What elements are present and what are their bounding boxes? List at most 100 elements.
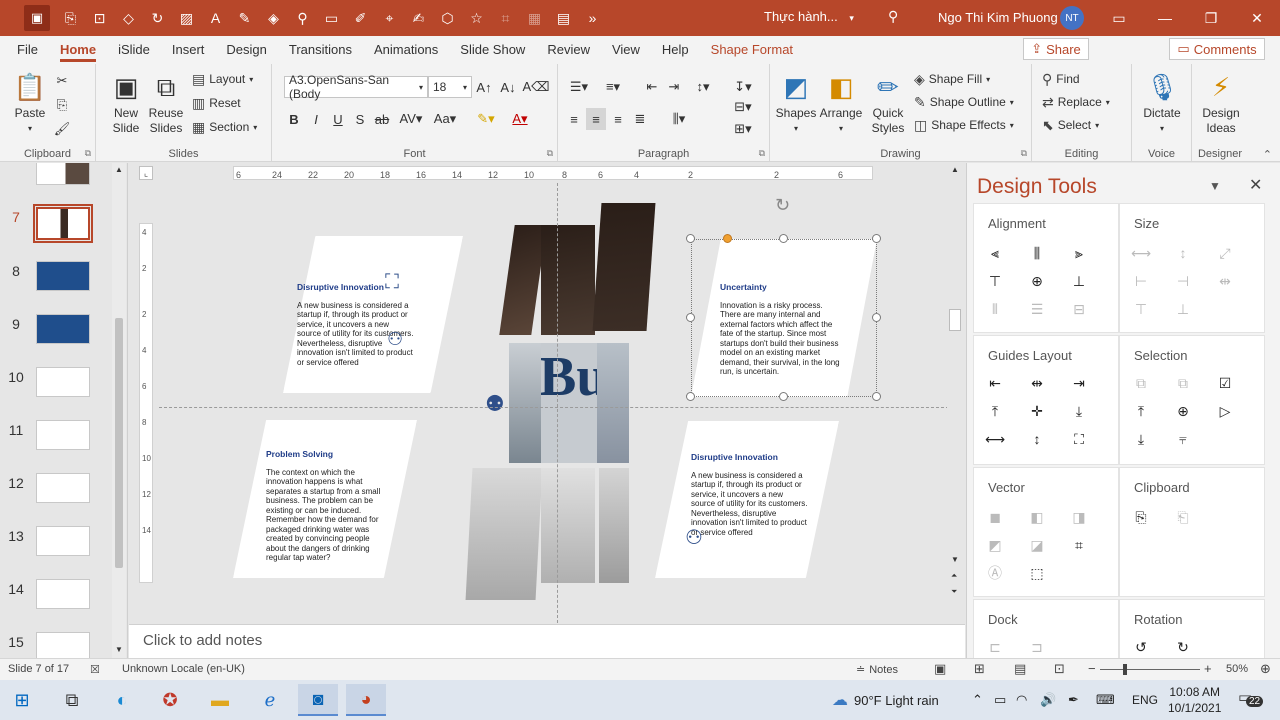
find-button[interactable]: ⚲ Find <box>1042 68 1080 90</box>
editor-scrollbar[interactable]: ▲ ▼ ⏶ ⏷ <box>947 163 963 603</box>
reuse-slides-button[interactable]: ⧉ Reuse Slides <box>148 70 184 136</box>
thumbnail-slide-7[interactable]: 7 <box>0 204 112 247</box>
section-button[interactable]: ▦ Section ▾ <box>192 116 257 138</box>
thumbnail-slide-12[interactable]: 12 <box>0 473 112 513</box>
distribute-icon[interactable]: ⊟ <box>1068 298 1090 320</box>
shape-effects-button[interactable]: ◫ Shape Effects ▾ <box>914 114 1014 136</box>
subtract-icon[interactable]: ◪ <box>1026 534 1048 556</box>
tab-help[interactable]: Help <box>651 36 700 64</box>
card-text-3[interactable]: Problem Solving The context on which the… <box>266 449 386 563</box>
picture-icon[interactable]: ▨ <box>172 0 201 36</box>
tab-view[interactable]: View <box>601 36 651 64</box>
intersect-icon[interactable]: ◩ <box>984 534 1006 556</box>
normal-view-icon[interactable]: ▣ <box>934 661 946 677</box>
arrange-button[interactable]: ◧ Arrange ▾ <box>818 70 864 136</box>
grow-font-icon[interactable]: A↑ <box>474 76 494 98</box>
change-case-icon[interactable]: Aa▾ <box>430 108 460 130</box>
italic-icon[interactable]: I <box>306 108 326 130</box>
card-text-1[interactable]: Disruptive Innovation A new business is … <box>297 282 415 367</box>
char-spacing-icon[interactable]: AV▾ <box>396 108 426 130</box>
horizontal-ruler[interactable]: 6 24 22 20 18 16 14 12 10 8 6 4 2 2 6 <box>233 166 873 180</box>
vertical-guide[interactable] <box>557 183 558 623</box>
line-spacing-icon[interactable]: ↕▾ <box>688 76 718 98</box>
combine-icon[interactable]: ◧ <box>1026 506 1048 528</box>
close-pane-icon[interactable]: ✕ <box>1249 175 1262 195</box>
share-button[interactable]: ⇪ Share <box>1023 38 1089 60</box>
columns-icon[interactable]: ⫼▾ <box>664 108 694 130</box>
guide-width-icon[interactable]: ⟷ <box>984 428 1006 450</box>
font-color-icon[interactable]: A <box>201 0 230 36</box>
slideshow-icon[interactable]: ⊡ <box>1054 661 1065 677</box>
format-painter-icon[interactable]: 🖌 <box>52 118 72 140</box>
previous-slide-icon[interactable]: ⏶ <box>951 571 957 581</box>
scroll-down-icon[interactable]: ▼ <box>951 555 959 564</box>
strikethrough-icon[interactable]: ab <box>372 108 392 130</box>
zoom-level[interactable]: 50% <box>1226 663 1248 675</box>
shrink-font-icon[interactable]: A↓ <box>498 76 518 98</box>
format-painter-icon[interactable]: ⌖ <box>375 0 404 36</box>
transform-icon[interactable]: ⬚ <box>1026 562 1048 584</box>
comments-button[interactable]: ▭ Comments <box>1169 38 1265 60</box>
powerpoint-icon[interactable]: ◕ <box>346 684 386 716</box>
select-same-icon[interactable]: ⧉ <box>1172 372 1194 394</box>
rotate-right-icon[interactable]: ↻ <box>1172 636 1194 658</box>
drawing-launcher-icon[interactable]: ⧉ <box>1021 148 1027 159</box>
copy-icon[interactable]: ⎘ <box>52 94 72 116</box>
resize-handle[interactable] <box>686 392 695 401</box>
tab-shape-format[interactable]: Shape Format <box>700 36 804 64</box>
align-text-icon[interactable]: ⊟▾ <box>730 96 756 118</box>
bold-icon[interactable]: B <box>284 108 304 130</box>
star-icon[interactable]: ☆ <box>462 0 491 36</box>
shape-icon[interactable]: ◇ <box>114 0 143 36</box>
text-to-shape-icon[interactable]: Ⓐ <box>984 562 1006 584</box>
tab-review[interactable]: Review <box>536 36 601 64</box>
align-right-icon[interactable]: ≡ <box>608 108 628 130</box>
tray-expand-icon[interactable]: ⌃ <box>972 680 983 720</box>
same-width-icon[interactable]: ⟷ <box>1130 242 1152 264</box>
vertical-ruler[interactable]: 4 2 2 4 6 8 10 12 14 <box>139 223 153 583</box>
shadow-icon[interactable]: S <box>350 108 370 130</box>
select-top-icon[interactable]: ⤒ <box>1130 400 1152 422</box>
clear-format-icon[interactable]: A⌫ <box>522 76 549 98</box>
tab-islide[interactable]: iSlide <box>107 36 161 64</box>
fill-bottom-icon[interactable]: ⊥ <box>1172 298 1194 320</box>
fit-to-window-icon[interactable]: ⊕ <box>1260 661 1271 677</box>
select-middle-icon[interactable]: ⊕ <box>1172 400 1194 422</box>
guide-fill-icon[interactable]: ⛶ <box>1068 428 1090 450</box>
paste-style-icon[interactable]: ⎗ <box>1172 506 1194 528</box>
thumbnail-slide-14[interactable]: 14 <box>0 579 112 619</box>
guide-left-icon[interactable]: ⇤ <box>984 372 1006 394</box>
zoom-out-icon[interactable]: − <box>1088 661 1096 676</box>
display-icon[interactable]: ▭ <box>994 680 1006 720</box>
tab-home[interactable]: Home <box>49 36 107 64</box>
font-launcher-icon[interactable]: ⧉ <box>547 148 553 159</box>
scroll-up-icon[interactable]: ▲ <box>951 165 959 174</box>
user-name[interactable]: Ngo Thi Kim Phuong <box>938 10 1058 25</box>
tab-transitions[interactable]: Transitions <box>278 36 363 64</box>
underline-icon[interactable]: U <box>328 108 348 130</box>
fill-right-icon[interactable]: ⊣ <box>1172 270 1194 292</box>
adjust-handle[interactable] <box>723 234 732 243</box>
dock-right-icon[interactable]: ⊐ <box>1026 636 1048 658</box>
task-view-icon[interactable]: ⧉ <box>52 684 92 716</box>
text-direction-icon[interactable]: ↧▾ <box>730 76 756 98</box>
restore-icon[interactable]: ❐ <box>1188 0 1234 36</box>
keyboard-icon[interactable]: ⌨ <box>1096 680 1115 720</box>
guide-height-icon[interactable]: ↕ <box>1026 428 1048 450</box>
bullets-icon[interactable]: ☰▾ <box>564 76 594 98</box>
quick-styles-button[interactable]: ✏ Quick Styles <box>866 70 910 136</box>
tab-insert[interactable]: Insert <box>161 36 216 64</box>
crop-icon[interactable]: ⌗ <box>491 0 520 36</box>
brush-icon[interactable]: ✐ <box>346 0 375 36</box>
increase-indent-icon[interactable]: ⇥ <box>664 76 684 98</box>
edge-icon[interactable]: ◐ <box>102 684 142 716</box>
shapes-menu-icon[interactable]: ⬡ <box>433 0 462 36</box>
select-similar-icon[interactable]: ⧉ <box>1130 372 1152 394</box>
guide-top-icon[interactable]: ⤒ <box>984 400 1006 422</box>
document-title[interactable]: Thực hành... ▾ <box>764 9 854 24</box>
more-commands-icon[interactable]: » <box>578 0 607 36</box>
avatar[interactable]: NT <box>1060 6 1084 30</box>
font-name-box[interactable]: A3.OpenSans-San (Body ▾ <box>284 73 428 101</box>
justify-icon[interactable]: ≣ <box>630 108 650 130</box>
resize-handle[interactable] <box>779 392 788 401</box>
